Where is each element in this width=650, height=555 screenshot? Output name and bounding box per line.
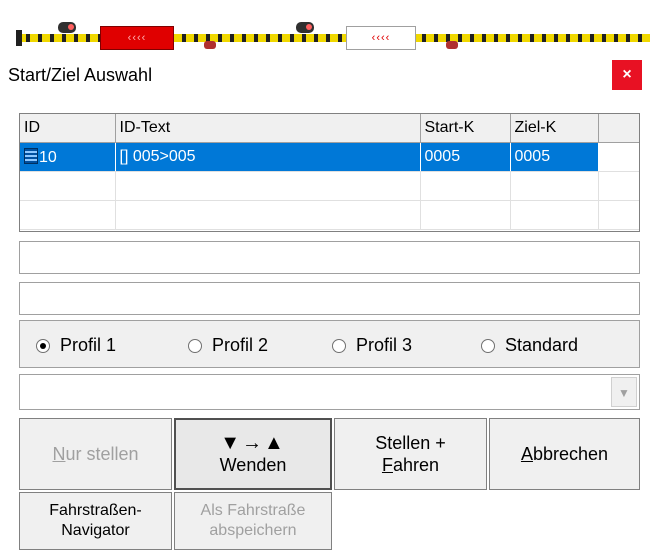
column-header-empty bbox=[598, 114, 639, 143]
button-label: Wenden bbox=[219, 455, 287, 475]
radio-button-checked[interactable] bbox=[36, 338, 50, 353]
signal-icon[interactable] bbox=[58, 22, 76, 33]
row-icon bbox=[24, 147, 38, 164]
mnemonic: N bbox=[52, 444, 66, 464]
stellen-fahren-button[interactable]: Stellen + Fahren bbox=[334, 418, 487, 490]
radio-button[interactable] bbox=[481, 338, 495, 353]
table-row[interactable]: 10 [] 005>005 0005 0005 bbox=[20, 142, 639, 172]
radio-button[interactable] bbox=[332, 338, 346, 353]
cell-id-text[interactable]: [] 005>005 bbox=[115, 142, 421, 172]
track-diagram: ‹‹‹‹ ‹‹‹‹ bbox=[0, 0, 650, 55]
radio-profil-2[interactable]: Profil 2 bbox=[188, 335, 268, 356]
radio-profil-1[interactable]: Profil 1 bbox=[36, 335, 116, 356]
radio-button[interactable] bbox=[188, 338, 202, 353]
radio-standard[interactable]: Standard bbox=[481, 335, 578, 356]
column-header-start-k[interactable]: Start-K bbox=[420, 114, 511, 143]
cell-id-value: 10 bbox=[39, 148, 57, 166]
signal-icon[interactable] bbox=[296, 22, 314, 33]
button-label-line2: abspeichern bbox=[209, 522, 297, 539]
track-block-occupied[interactable]: ‹‹‹‹ bbox=[100, 26, 174, 50]
table-row-empty bbox=[20, 171, 639, 201]
button-label-line1: Fahrstraßen- bbox=[49, 502, 142, 519]
fahrstrassen-navigator-button[interactable]: Fahrstraßen- Navigator bbox=[19, 492, 172, 550]
column-header-id-text[interactable]: ID-Text bbox=[115, 114, 421, 143]
grid-header-row: ID ID-Text Start-K Ziel-K bbox=[20, 114, 639, 143]
abbrechen-button[interactable]: Abbrechen bbox=[489, 418, 640, 490]
profile-combobox[interactable]: ▼ bbox=[19, 374, 640, 410]
direction-arrows-icon: ▼→▲ bbox=[220, 432, 286, 454]
column-header-id[interactable]: ID bbox=[20, 114, 116, 143]
dialog-title: Start/Ziel Auswahl bbox=[8, 65, 153, 85]
contact-icon bbox=[446, 41, 458, 49]
dialog-titlebar: Start/Ziel Auswahl × bbox=[6, 56, 644, 94]
info-field-1[interactable] bbox=[19, 241, 640, 274]
route-grid[interactable]: ID ID-Text Start-K Ziel-K 10 [] 005>005 … bbox=[19, 113, 640, 232]
column-header-ziel-k[interactable]: Ziel-K bbox=[510, 114, 599, 143]
close-button[interactable]: × bbox=[612, 60, 642, 90]
track-block-free[interactable]: ‹‹‹‹ bbox=[346, 26, 416, 50]
button-label-line1: Als Fahrstraße bbox=[200, 502, 306, 519]
als-fahrstrasse-abspeichern-button[interactable]: Als Fahrstraße abspeichern bbox=[174, 492, 332, 550]
cell-start-k[interactable]: 0005 bbox=[420, 142, 511, 172]
wenden-button[interactable]: ▼→▲ Wenden bbox=[174, 418, 332, 490]
button-label-line2: ahren bbox=[392, 455, 440, 475]
profile-radio-group: Profil 1 Profil 2 Profil 3 Standard bbox=[19, 320, 640, 368]
cell-id[interactable]: 10 bbox=[20, 142, 116, 172]
button-label-line2: Navigator bbox=[61, 522, 130, 539]
button-label: bbrechen bbox=[532, 444, 609, 464]
nur-stellen-button[interactable]: Nur stellen bbox=[19, 418, 172, 490]
radio-label: Profil 3 bbox=[356, 335, 413, 355]
table-row-empty bbox=[20, 200, 639, 230]
track-end bbox=[16, 30, 22, 46]
cell-ziel-k[interactable]: 0005 bbox=[510, 142, 599, 172]
button-label: ur stellen bbox=[65, 444, 139, 464]
button-label-line1: Stellen + bbox=[375, 433, 446, 453]
mnemonic: A bbox=[520, 444, 533, 464]
chevron-down-icon[interactable]: ▼ bbox=[611, 377, 637, 407]
mnemonic: F bbox=[381, 455, 393, 475]
radio-label: Profil 2 bbox=[212, 335, 269, 355]
cell-empty bbox=[598, 142, 639, 172]
radio-label: Profil 1 bbox=[60, 335, 117, 355]
radio-profil-3[interactable]: Profil 3 bbox=[332, 335, 412, 356]
info-field-2[interactable] bbox=[19, 282, 640, 315]
radio-label: Standard bbox=[505, 335, 579, 355]
contact-icon bbox=[204, 41, 216, 49]
